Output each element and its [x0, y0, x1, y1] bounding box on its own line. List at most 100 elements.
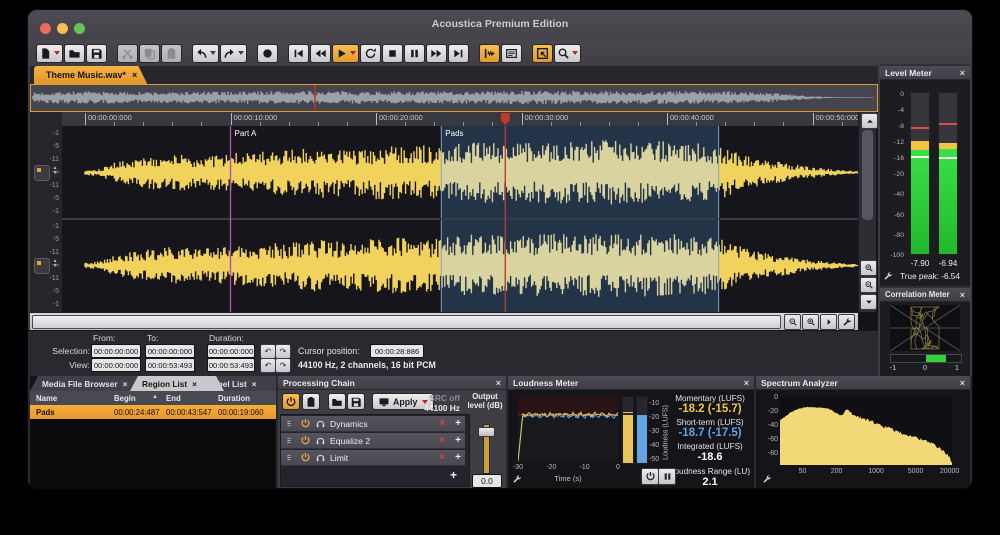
chain-save-button[interactable]	[347, 393, 365, 410]
pause-button[interactable]	[404, 44, 425, 63]
insert-item-icon[interactable]: +	[455, 435, 461, 446]
cursor-position-field[interactable]: 00:00:28:886	[370, 344, 424, 358]
output-slider-handle[interactable]	[478, 427, 495, 437]
selection-redo-button[interactable]: ↷	[275, 344, 291, 359]
status-view-field[interactable]: 00:00:53:493	[145, 358, 195, 372]
item-monitor-icon[interactable]	[315, 452, 326, 463]
vertical-scrollbar[interactable]	[858, 112, 876, 312]
output-level-value[interactable]: 0.0	[472, 474, 502, 488]
insert-item-icon[interactable]: +	[455, 418, 461, 429]
zoom-out-horizontal-button[interactable]	[784, 314, 801, 330]
stop-button[interactable]	[382, 44, 403, 63]
scroll-right-button[interactable]	[820, 314, 837, 330]
close-level-meter-icon[interactable]: ×	[960, 68, 965, 78]
item-power-icon[interactable]	[300, 435, 311, 446]
redo-dropdown-icon[interactable]	[238, 51, 244, 55]
chain-item-limit[interactable]: Limit×+	[281, 450, 465, 466]
status-view-field[interactable]: 00:00:53:493	[207, 358, 255, 372]
remove-item-icon[interactable]: ×	[439, 435, 445, 446]
channel-2-select-button[interactable]	[34, 258, 50, 274]
chain-enable-button[interactable]	[282, 393, 300, 410]
loudness-pause-button[interactable]	[658, 468, 676, 485]
view-undo-button[interactable]: ↶	[260, 358, 276, 373]
channel-2-zoom-spinner[interactable]: ▲▼	[51, 259, 59, 269]
undo-button[interactable]	[192, 44, 219, 63]
channel-1-select-button[interactable]	[34, 165, 50, 181]
zoom-out-vertical-button[interactable]	[860, 277, 877, 293]
insert-item-icon[interactable]: +	[455, 452, 461, 463]
column-header-end[interactable]: End	[166, 394, 181, 403]
playlist-view-button[interactable]	[501, 44, 522, 63]
zoom-options-button[interactable]	[838, 314, 855, 330]
redo-button[interactable]	[220, 44, 247, 63]
spectrum-options-button[interactable]	[762, 474, 772, 484]
new-file-dropdown-icon[interactable]	[54, 51, 60, 55]
chain-item-equalize-2[interactable]: Equalize 2×+	[281, 433, 465, 449]
remove-item-icon[interactable]: ×	[439, 452, 445, 463]
cut-button[interactable]	[117, 44, 138, 63]
loudness-options-button[interactable]	[512, 474, 522, 484]
close-tab-icon[interactable]: ×	[252, 379, 257, 389]
close-tab-icon[interactable]: ×	[192, 379, 197, 389]
zoom-in-horizontal-button[interactable]	[802, 314, 819, 330]
overview-waveform[interactable]	[30, 84, 878, 112]
selection-undo-button[interactable]: ↶	[260, 344, 276, 359]
column-header-name[interactable]: Name	[36, 394, 57, 403]
record-button[interactable]	[257, 44, 278, 63]
remove-item-icon[interactable]: ×	[439, 418, 445, 429]
item-monitor-icon[interactable]	[315, 418, 326, 429]
play-button[interactable]	[332, 44, 359, 63]
horizontal-scrollbar[interactable]	[30, 312, 858, 330]
new-file-button[interactable]	[36, 44, 63, 63]
drag-handle-icon[interactable]	[285, 452, 296, 463]
fast-forward-button[interactable]	[426, 44, 447, 63]
playhead-flag[interactable]	[501, 113, 510, 125]
zoom-tool-button[interactable]	[554, 44, 581, 63]
chain-copy-button[interactable]	[302, 393, 320, 410]
loudness-reset-button[interactable]	[641, 468, 659, 485]
view-redo-button[interactable]: ↷	[275, 358, 291, 373]
zoom-tool-dropdown-icon[interactable]	[572, 51, 578, 55]
tab-region-list[interactable]: Region List×	[130, 376, 224, 391]
status-selection-field[interactable]: 00:00:00:000	[91, 344, 141, 358]
open-file-button[interactable]	[64, 44, 85, 63]
status-selection-field[interactable]: 00:00:00:000	[145, 344, 195, 358]
level-meter-options-button[interactable]	[883, 271, 893, 281]
loop-playback-button[interactable]	[360, 44, 381, 63]
play-dropdown-icon[interactable]	[350, 51, 356, 55]
close-tab-icon[interactable]: ×	[132, 70, 137, 80]
document-tab[interactable]: Theme Music.wav* ×	[34, 66, 147, 84]
rewind-button[interactable]	[310, 44, 331, 63]
column-header-begin[interactable]: Begin	[114, 394, 136, 403]
close-spectrum-analyzer-icon[interactable]: ×	[960, 378, 965, 388]
item-power-icon[interactable]	[300, 452, 311, 463]
timeline-ruler[interactable]: 00:00:00:00000:00:10:00000:00:20:00000:0…	[62, 112, 858, 127]
close-loudness-meter-icon[interactable]: ×	[744, 378, 749, 388]
vertical-zoom-menu-button[interactable]	[860, 294, 877, 310]
chain-item-dynamics[interactable]: Dynamics×+	[281, 416, 465, 432]
item-monitor-icon[interactable]	[315, 435, 326, 446]
column-header-duration[interactable]: Duration	[218, 394, 250, 403]
close-tab-icon[interactable]: ×	[123, 379, 128, 389]
drag-handle-icon[interactable]	[285, 418, 296, 429]
go-to-end-button[interactable]	[448, 44, 469, 63]
add-plugin-icon[interactable]: +	[450, 468, 457, 482]
close-correlation-meter-icon[interactable]: ×	[960, 290, 965, 300]
item-power-icon[interactable]	[300, 418, 311, 429]
copy-button[interactable]	[139, 44, 160, 63]
channel-1-zoom-spinner[interactable]: ▲▼	[51, 166, 59, 176]
region-row[interactable]: Pads00:00:24:48700:00:43:54700:00:19:060	[30, 405, 276, 419]
scroll-up-button[interactable]	[861, 113, 878, 129]
chain-open-button[interactable]	[328, 393, 346, 410]
drag-handle-icon[interactable]	[285, 435, 296, 446]
scrub-tool-button[interactable]	[479, 44, 500, 63]
selection-tool-button[interactable]	[532, 44, 553, 63]
waveform-display[interactable]: Part APads	[62, 126, 858, 312]
go-to-start-button[interactable]	[288, 44, 309, 63]
undo-dropdown-icon[interactable]	[210, 51, 216, 55]
zoom-in-vertical-button[interactable]	[860, 260, 877, 276]
close-processing-chain-icon[interactable]: ×	[496, 378, 501, 388]
save-file-button[interactable]	[86, 44, 107, 63]
paste-button[interactable]	[161, 44, 182, 63]
hscroll-thumb[interactable]	[32, 315, 781, 329]
